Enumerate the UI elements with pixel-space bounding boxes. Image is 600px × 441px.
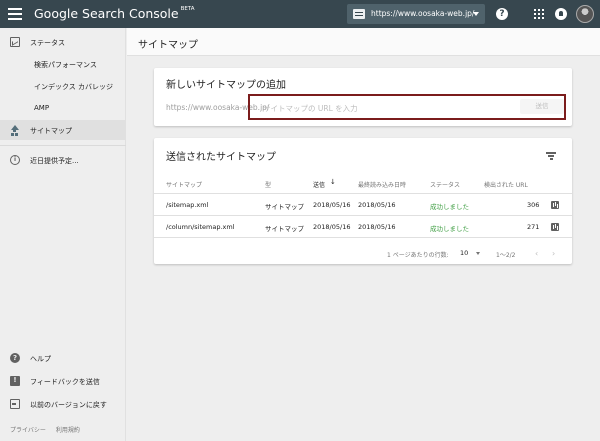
bar-chart-icon[interactable] (551, 201, 559, 209)
card-title: 送信されたサイトマップ (166, 152, 276, 163)
sidebar-item-feedback[interactable]: ! フィードバックを送信 (0, 371, 126, 391)
cell-submitted: 2018/05/16 (313, 201, 351, 209)
app-title: Google Search Console (34, 6, 179, 21)
menu-icon[interactable] (8, 8, 22, 20)
avatar[interactable] (576, 5, 594, 23)
cell-status: 成功しました (430, 203, 469, 211)
divider (0, 145, 126, 146)
card-title: 新しいサイトマップの追加 (166, 80, 286, 91)
terms-link[interactable]: 利用規約 (56, 427, 80, 434)
status-icon (10, 37, 20, 47)
column-header-type[interactable]: 型 (265, 180, 271, 189)
sidebar-item-label: ヘルプ (30, 355, 51, 363)
exit-icon (10, 399, 20, 409)
column-header-last-read[interactable]: 最終読み込み日時 (358, 180, 406, 189)
pagination-range: 1〜2/2 (496, 252, 516, 259)
sidebar-footer: プライバシー 利用規約 (10, 425, 88, 434)
filter-icon[interactable] (546, 152, 556, 160)
chevron-left-icon[interactable]: ‹ (535, 249, 538, 258)
sidebar-item-label: フィードバックを送信 (30, 378, 100, 386)
cell-last-read: 2018/05/16 (358, 201, 396, 209)
cell-last-read: 2018/05/16 (358, 223, 396, 231)
sidebar-item-help[interactable]: ? ヘルプ (0, 348, 126, 368)
chevron-down-icon[interactable] (476, 252, 480, 255)
page-title: サイトマップ (138, 40, 198, 51)
cell-sitemap: /sitemap.xml (166, 201, 209, 209)
cell-sitemap: /column/sitemap.xml (166, 223, 235, 231)
property-icon (353, 9, 365, 19)
chevron-right-icon[interactable]: › (552, 249, 555, 258)
divider (154, 237, 572, 238)
divider (154, 215, 572, 216)
top-app-bar: Google Search Console BETA https://www.oo… (0, 0, 600, 28)
sidebar-item-label: 以前のバージョンに戻す (30, 401, 107, 409)
sidebar-item-label: 近日提供予定... (30, 157, 79, 165)
cell-type: サイトマップ (265, 203, 304, 211)
rows-per-page-label: 1 ページあたりの行数: (387, 252, 449, 259)
sidebar-item-coming-soon[interactable]: i 近日提供予定... (0, 150, 126, 170)
sidebar-item-label: サイトマップ (30, 127, 72, 135)
sidebar-item-label: ステータス (30, 39, 65, 47)
cell-submitted: 2018/05/16 (313, 223, 351, 231)
info-icon: i (10, 155, 20, 165)
bar-chart-icon[interactable] (551, 223, 559, 231)
cell-discovered-urls: 271 (527, 223, 540, 231)
column-header-sitemap[interactable]: サイトマップ (166, 180, 202, 189)
sort-arrow-down-icon[interactable]: ↓ (330, 178, 336, 186)
sidebar-item-index-coverage[interactable]: インデックス カバレッジ (0, 76, 126, 96)
chevron-down-icon (473, 12, 479, 16)
sidebar-item-label: インデックス カバレッジ (34, 83, 114, 91)
upload-icon (10, 125, 20, 135)
submitted-sitemaps-card: 送信されたサイトマップ サイトマップ 型 送信 ↓ 最終読み込み日時 ステータス… (154, 138, 572, 264)
column-header-submitted[interactable]: 送信 (313, 180, 325, 189)
highlight-box (248, 94, 566, 120)
app-logo[interactable]: Google Search Console BETA (34, 6, 195, 21)
sidebar-item-label: 検索パフォーマンス (34, 61, 97, 69)
cell-discovered-urls: 306 (527, 201, 540, 209)
cell-status: 成功しました (430, 225, 469, 233)
sidebar-item-performance[interactable]: 検索パフォーマンス (0, 54, 126, 74)
sidebar-item-status[interactable]: ステータス (0, 32, 126, 52)
page-header: サイトマップ (127, 28, 600, 56)
feedback-icon: ! (10, 376, 20, 386)
sidebar-item-amp[interactable]: AMP (0, 98, 126, 118)
property-url: https://www.oosaka-web.jp/ (371, 9, 475, 18)
column-header-status[interactable]: ステータス (430, 180, 460, 189)
property-selector[interactable]: https://www.oosaka-web.jp/ (347, 4, 485, 24)
sidebar-item-old-version[interactable]: 以前のバージョンに戻す (0, 394, 126, 414)
cell-type: サイトマップ (265, 225, 304, 233)
beta-badge: BETA (180, 6, 195, 12)
column-header-discovered-urls[interactable]: 検出された URL (484, 180, 528, 189)
divider (154, 193, 572, 194)
sidebar: ステータス 検索パフォーマンス インデックス カバレッジ AMP サイトマップ … (0, 28, 126, 441)
help-icon[interactable]: ? (496, 8, 508, 20)
sidebar-item-sitemaps[interactable]: サイトマップ (0, 120, 126, 140)
sidebar-item-label: AMP (34, 104, 50, 112)
apps-icon[interactable] (534, 9, 544, 19)
help-icon: ? (10, 353, 20, 363)
privacy-link[interactable]: プライバシー (10, 427, 46, 434)
rows-per-page-select[interactable]: 10 (460, 249, 468, 257)
notifications-icon[interactable] (555, 8, 567, 20)
